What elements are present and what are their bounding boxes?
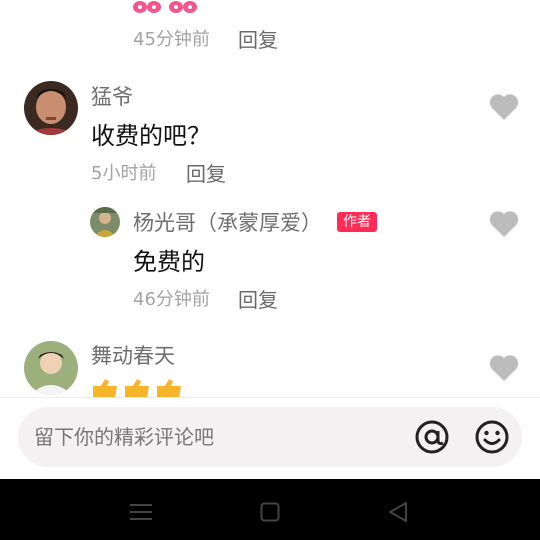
author-badge: 作者 bbox=[337, 212, 377, 232]
home-square-icon[interactable] bbox=[260, 502, 280, 522]
comment-input[interactable]: 留下你的精彩评论吧 bbox=[18, 407, 522, 467]
reply-button[interactable]: 回复 bbox=[186, 163, 226, 185]
reply-item: 杨光哥（承蒙厚爱） 作者 免费的 46分钟前 回复 bbox=[0, 205, 540, 320]
comment-input-placeholder: 留下你的精彩评论吧 bbox=[34, 425, 214, 449]
comment-username[interactable]: 猛爷 bbox=[91, 85, 133, 109]
comment-text: 收费的吧？ bbox=[91, 122, 211, 150]
comment-username[interactable]: 舞动春天 bbox=[91, 344, 175, 368]
comment-item: 45分钟前 回复 bbox=[0, 0, 540, 60]
thumbs-up-emoji-icon bbox=[91, 378, 191, 397]
user-avatar[interactable] bbox=[24, 81, 78, 135]
user-avatar[interactable] bbox=[24, 341, 78, 395]
comment-time: 46分钟前 bbox=[133, 289, 210, 310]
menu-icon[interactable] bbox=[130, 502, 152, 522]
comment-username[interactable]: 杨光哥（承蒙厚爱） bbox=[133, 211, 322, 235]
system-nav-bar bbox=[0, 479, 540, 540]
heart-icon[interactable] bbox=[489, 354, 519, 382]
author-avatar[interactable] bbox=[90, 207, 120, 237]
comment-item: 舞动春天 bbox=[0, 338, 540, 397]
at-icon[interactable] bbox=[414, 419, 450, 455]
comment-time: 45分钟前 bbox=[133, 29, 210, 50]
comment-time: 5小时前 bbox=[91, 163, 157, 184]
back-triangle-icon[interactable] bbox=[387, 501, 409, 523]
pink-emoji-icon bbox=[132, 0, 202, 14]
comment-text: 免费的 bbox=[133, 248, 205, 276]
heart-icon[interactable] bbox=[489, 93, 519, 121]
heart-icon[interactable] bbox=[489, 210, 519, 238]
reply-button[interactable]: 回复 bbox=[238, 289, 278, 311]
divider bbox=[0, 397, 540, 398]
comment-item: 猛爷 收费的吧？ 5小时前 回复 bbox=[0, 78, 540, 193]
smiley-icon[interactable] bbox=[474, 419, 510, 455]
reply-button[interactable]: 回复 bbox=[238, 29, 278, 51]
